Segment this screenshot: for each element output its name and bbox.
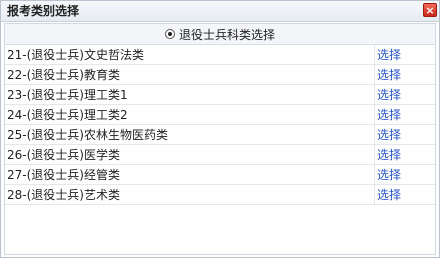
category-name: 21-(退役士兵)文史哲法类 xyxy=(5,45,375,65)
table-row: 28-(退役士兵)艺术类 选择 xyxy=(5,184,435,205)
table-row: 27-(退役士兵)经管类 选择 xyxy=(5,164,435,185)
table-row: 23-(退役士兵)理工类1 选择 xyxy=(5,84,435,105)
dialog-content: 退役士兵科类选择 21-(退役士兵)文史哲法类 选择 22-(退役士兵)教育类 … xyxy=(4,23,436,255)
table-row: 26-(退役士兵)医学类 选择 xyxy=(5,144,435,165)
select-link[interactable]: 选择 xyxy=(377,88,401,102)
select-link[interactable]: 选择 xyxy=(377,148,401,162)
select-link[interactable]: 选择 xyxy=(377,128,401,142)
category-name: 25-(退役士兵)农林生物医药类 xyxy=(5,124,375,145)
category-name: 22-(退役士兵)教育类 xyxy=(5,64,375,85)
title-bar: 报考类别选择 × xyxy=(1,1,439,22)
radio-button[interactable] xyxy=(164,29,175,39)
table-row: 24-(退役士兵)理工类2 选择 xyxy=(5,104,435,125)
group-header[interactable]: 退役士兵科类选择 xyxy=(5,24,435,45)
select-link[interactable]: 选择 xyxy=(377,108,401,122)
category-name: 27-(退役士兵)经管类 xyxy=(5,164,375,185)
table-row: 21-(退役士兵)文史哲法类 选择 xyxy=(5,45,435,65)
table-row: 22-(退役士兵)教育类 选择 xyxy=(5,64,435,85)
category-name: 26-(退役士兵)医学类 xyxy=(5,144,375,165)
select-link[interactable]: 选择 xyxy=(377,168,401,182)
select-link[interactable]: 选择 xyxy=(377,188,401,202)
radio-selected-dot xyxy=(167,32,172,36)
close-icon: × xyxy=(425,4,435,17)
category-name: 24-(退役士兵)理工类2 xyxy=(5,104,375,125)
table-row: 25-(退役士兵)农林生物医药类 选择 xyxy=(5,124,435,145)
category-name: 28-(退役士兵)艺术类 xyxy=(5,184,375,205)
dialog-title: 报考类别选择 xyxy=(7,4,80,18)
select-link[interactable]: 选择 xyxy=(377,48,401,62)
category-name: 23-(退役士兵)理工类1 xyxy=(5,84,375,105)
category-table: 21-(退役士兵)文史哲法类 选择 22-(退役士兵)教育类 选择 23-(退役… xyxy=(5,45,435,205)
select-link[interactable]: 选择 xyxy=(377,68,401,82)
category-select-dialog: 报考类别选择 × 退役士兵科类选择 21-(退役士兵)文史哲法类 选择 22-(… xyxy=(0,0,440,258)
close-button[interactable]: × xyxy=(423,3,437,17)
group-label: 退役士兵科类选择 xyxy=(178,27,275,42)
